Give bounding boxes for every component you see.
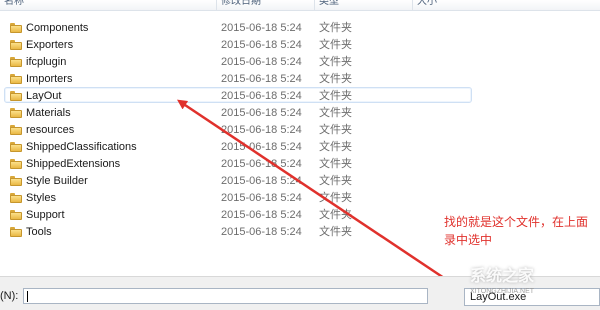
file-row[interactable]: ifcplugin 2015-06-18 5:24 文件夹 bbox=[4, 53, 472, 69]
file-type: 文件夹 bbox=[319, 124, 352, 136]
file-type: 文件夹 bbox=[319, 226, 352, 238]
file-date: 2015-06-18 5:24 bbox=[221, 22, 302, 34]
folder-icon bbox=[10, 193, 22, 203]
folder-icon bbox=[10, 40, 22, 50]
filename-input[interactable] bbox=[23, 288, 428, 304]
file-row[interactable]: Styles 2015-06-18 5:24 文件夹 bbox=[4, 189, 472, 205]
annotation-text: 找的就是这个文件，在上面 录中选中 bbox=[444, 213, 600, 249]
file-date: 2015-06-18 5:24 bbox=[221, 192, 302, 204]
file-date: 2015-06-18 5:24 bbox=[221, 141, 302, 153]
file-type: 文件夹 bbox=[319, 158, 352, 170]
file-row[interactable]: Exporters 2015-06-18 5:24 文件夹 bbox=[4, 36, 472, 52]
file-date: 2015-06-18 5:24 bbox=[221, 124, 302, 136]
file-row[interactable]: Components 2015-06-18 5:24 文件夹 bbox=[4, 19, 472, 35]
file-name: Exporters bbox=[26, 39, 74, 51]
folder-icon bbox=[10, 74, 22, 84]
file-row[interactable]: resources 2015-06-18 5:24 文件夹 bbox=[4, 121, 472, 137]
file-type: 文件夹 bbox=[319, 107, 352, 119]
folder-icon bbox=[10, 57, 22, 67]
column-name[interactable]: 名称 bbox=[0, 0, 216, 10]
file-row[interactable]: Tools 2015-06-18 5:24 文件夹 bbox=[4, 223, 472, 239]
file-type: 文件夹 bbox=[319, 56, 352, 68]
folder-icon bbox=[10, 210, 22, 220]
file-date: 2015-06-18 5:24 bbox=[221, 39, 302, 51]
file-date: 2015-06-18 5:24 bbox=[221, 56, 302, 68]
filetype-select[interactable]: LayOut.exe bbox=[464, 288, 600, 306]
file-date: 2015-06-18 5:24 bbox=[221, 175, 302, 187]
file-date: 2015-06-18 5:24 bbox=[221, 107, 302, 119]
file-dialog-footer: (N): LayOut.exe bbox=[0, 276, 600, 310]
column-type[interactable]: 类型 bbox=[314, 0, 412, 10]
file-type: 文件夹 bbox=[319, 209, 352, 221]
file-row[interactable]: Style Builder 2015-06-18 5:24 文件夹 bbox=[4, 172, 472, 188]
file-date: 2015-06-18 5:24 bbox=[221, 90, 302, 102]
file-type: 文件夹 bbox=[319, 73, 352, 85]
file-name: Style Builder bbox=[26, 175, 88, 187]
file-name: Tools bbox=[26, 226, 52, 238]
file-type: 文件夹 bbox=[319, 175, 352, 187]
file-date: 2015-06-18 5:24 bbox=[221, 209, 302, 221]
file-type: 文件夹 bbox=[319, 90, 352, 102]
file-row[interactable]: Importers 2015-06-18 5:24 文件夹 bbox=[4, 70, 472, 86]
file-type: 文件夹 bbox=[319, 39, 352, 51]
file-name: ShippedExtensions bbox=[26, 158, 121, 170]
file-type: 文件夹 bbox=[319, 141, 352, 153]
file-date: 2015-06-18 5:24 bbox=[221, 158, 302, 170]
folder-icon bbox=[10, 108, 22, 118]
file-row[interactable]: Materials 2015-06-18 5:24 文件夹 bbox=[4, 104, 472, 120]
column-date[interactable]: 修改日期 bbox=[216, 0, 314, 10]
file-name: Support bbox=[26, 209, 65, 221]
folder-icon bbox=[10, 23, 22, 33]
folder-icon bbox=[10, 227, 22, 237]
file-type: 文件夹 bbox=[319, 192, 352, 204]
file-row[interactable]: ShippedClassifications 2015-06-18 5:24 文件夹 bbox=[4, 138, 472, 154]
file-name: Importers bbox=[26, 73, 73, 85]
folder-icon bbox=[10, 142, 22, 152]
file-date: 2015-06-18 5:24 bbox=[221, 226, 302, 238]
column-header: 名称 修改日期 类型 大小 bbox=[0, 0, 600, 11]
folder-icon bbox=[10, 125, 22, 135]
filename-label: (N): bbox=[0, 290, 19, 302]
text-caret bbox=[27, 291, 28, 302]
file-name: Materials bbox=[26, 107, 71, 119]
file-date: 2015-06-18 5:24 bbox=[221, 73, 302, 85]
file-row[interactable]: ShippedExtensions 2015-06-18 5:24 文件夹 bbox=[4, 155, 472, 171]
file-name: Components bbox=[26, 22, 89, 34]
file-type: 文件夹 bbox=[319, 22, 352, 34]
file-row[interactable]: Support 2015-06-18 5:24 文件夹 bbox=[4, 206, 472, 222]
file-name: resources bbox=[26, 124, 75, 136]
file-name: ShippedClassifications bbox=[26, 141, 137, 153]
column-size[interactable]: 大小 bbox=[412, 0, 600, 10]
folder-icon bbox=[10, 159, 22, 169]
folder-icon bbox=[10, 91, 22, 101]
file-name: Styles bbox=[26, 192, 56, 204]
file-name: LayOut bbox=[26, 90, 62, 102]
annotation-line-2: 录中选中 bbox=[444, 233, 493, 247]
folder-icon bbox=[10, 176, 22, 186]
file-name: ifcplugin bbox=[26, 56, 67, 68]
annotation-line-1: 找的就是这个文件，在上面 bbox=[444, 215, 589, 229]
file-row[interactable]: LayOut 2015-06-18 5:24 文件夹 bbox=[4, 87, 472, 103]
